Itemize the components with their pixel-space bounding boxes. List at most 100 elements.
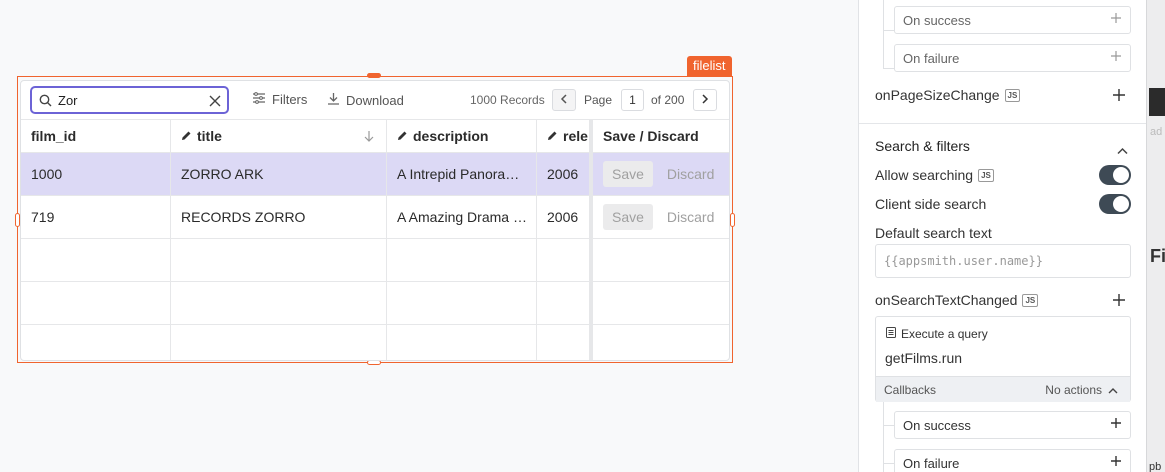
text-fragment: File — [1150, 246, 1165, 266]
empty-cell — [590, 239, 729, 281]
empty-cell — [387, 325, 537, 360]
empty-cell — [21, 325, 171, 360]
cell-description[interactable]: A Intrepid Panorama of a Mad Scientist — [387, 153, 537, 195]
callbacks-label: Callbacks — [884, 383, 937, 397]
column-header-film-id[interactable]: film_id — [21, 120, 171, 152]
pencil-icon — [397, 128, 408, 144]
chevron-left-icon — [560, 91, 568, 109]
section-divider — [859, 123, 1146, 124]
tree-connector — [883, 402, 884, 425]
cell-film-id[interactable]: 719 — [21, 196, 171, 238]
on-failure-label: On failure — [903, 455, 960, 471]
filters-label: Filters — [272, 92, 308, 107]
column-header-title[interactable]: title — [171, 120, 387, 152]
table-toolbar: Zor Filters Download 1000 Records Page 1… — [21, 81, 729, 120]
default-search-text-input[interactable]: {{appsmith.user.name}} — [875, 244, 1131, 278]
on-search-text-changed-property: onSearchTextChanged JS — [875, 292, 1039, 308]
cell-release[interactable]: 2006 — [537, 153, 590, 195]
plus-icon[interactable] — [1110, 12, 1122, 27]
property-label: Allow searching — [875, 167, 974, 183]
dark-block — [1149, 88, 1165, 116]
tree-connector — [883, 0, 884, 30]
table-search-input[interactable]: Zor — [30, 86, 229, 114]
text-fragment: pb — [1149, 461, 1162, 472]
add-action-button[interactable] — [1113, 88, 1125, 106]
column-header-description[interactable]: description — [387, 120, 537, 152]
filters-button[interactable]: Filters — [252, 92, 307, 107]
on-success-label: On success — [903, 12, 971, 28]
resize-handle-right[interactable] — [730, 213, 735, 227]
save-row-button[interactable]: Save — [603, 161, 653, 187]
on-success-callback[interactable]: On success — [894, 411, 1131, 439]
text-fragment: ad — [1150, 126, 1163, 138]
table-row[interactable]: 719 RECORDS ZORRO A Amazing Drama of a M… — [21, 196, 729, 239]
chevron-up-icon[interactable] — [1117, 142, 1128, 160]
clear-search-icon[interactable] — [209, 94, 221, 112]
callbacks-status: No actions — [1045, 383, 1118, 397]
plus-icon[interactable] — [1110, 417, 1122, 432]
js-toggle[interactable]: JS — [1004, 88, 1021, 102]
empty-cell — [171, 239, 387, 281]
next-page-button[interactable] — [693, 89, 717, 111]
action-card[interactable]: Execute a query getFilms.run Callbacks N… — [875, 316, 1131, 402]
table-widget: Zor Filters Download 1000 Records Page 1… — [20, 80, 730, 361]
cell-title[interactable]: ZORRO ARK — [171, 153, 387, 195]
plus-icon[interactable] — [1110, 455, 1122, 470]
property-label: onPageSizeChange — [875, 87, 1000, 103]
empty-cell — [387, 239, 537, 281]
allow-searching-switch[interactable] — [1099, 165, 1131, 185]
column-label: rele — [563, 128, 588, 144]
on-success-callback[interactable]: On success — [894, 6, 1131, 34]
download-label: Download — [346, 92, 404, 108]
discard-row-button[interactable]: Discard — [667, 166, 714, 182]
default-search-text-label: Default search text — [875, 225, 992, 241]
column-header-save-discard[interactable]: Save / Discard — [590, 120, 729, 152]
action-type: Execute a query — [886, 327, 988, 341]
table-header-row: film_id title description rele Save / Di… — [21, 120, 729, 153]
table-row[interactable]: 1000 ZORRO ARK A Intrepid Panorama of a … — [21, 153, 729, 196]
pencil-icon — [547, 128, 558, 144]
prev-page-button[interactable] — [552, 89, 576, 111]
chevron-right-icon — [701, 91, 709, 109]
widget-name-tag[interactable]: filelist — [687, 56, 732, 76]
empty-cell — [537, 325, 590, 360]
sort-desc-icon[interactable] — [364, 129, 374, 145]
save-row-button[interactable]: Save — [603, 204, 653, 230]
cell-description[interactable]: A Amazing Drama of a Mad Scientist — [387, 196, 537, 238]
cell-actions: Save Discard — [590, 153, 729, 195]
empty-cell — [537, 239, 590, 281]
on-failure-callback[interactable]: On failure — [894, 44, 1131, 72]
tree-connector — [883, 30, 894, 31]
client-side-search-property: Client side search — [875, 196, 987, 212]
js-toggle[interactable]: JS — [1022, 293, 1039, 307]
plus-icon[interactable] — [1110, 50, 1122, 65]
filter-icon — [252, 92, 266, 107]
js-toggle[interactable]: JS — [978, 168, 994, 182]
on-failure-callback[interactable]: On failure — [894, 449, 1131, 472]
allow-searching-property: Allow searching JS — [875, 167, 994, 183]
tree-connector — [883, 68, 894, 69]
cell-actions: Save Discard — [590, 196, 729, 238]
empty-cell — [21, 239, 171, 281]
empty-cell — [21, 282, 171, 324]
callbacks-bar[interactable]: Callbacks No actions — [876, 376, 1130, 402]
resize-handle-top[interactable] — [367, 73, 381, 78]
tree-connector — [883, 425, 894, 426]
cell-title[interactable]: RECORDS ZORRO — [171, 196, 387, 238]
empty-cell — [171, 325, 387, 360]
column-header-release[interactable]: rele — [537, 120, 590, 152]
tree-connector — [883, 463, 894, 464]
on-failure-label: On failure — [903, 50, 960, 66]
download-button[interactable]: Download — [327, 92, 404, 108]
cell-release[interactable]: 2006 — [537, 196, 590, 238]
chevron-up-icon[interactable] — [1108, 383, 1118, 397]
section-title-search-filters[interactable]: Search & filters — [875, 138, 970, 154]
discard-row-button[interactable]: Discard — [667, 209, 714, 225]
description-text: A Amazing Drama of a Mad Scientist — [397, 209, 527, 225]
cell-film-id[interactable]: 1000 — [21, 153, 171, 195]
page-number-input[interactable]: 1 — [621, 89, 644, 111]
add-action-button[interactable] — [1113, 293, 1125, 311]
on-success-label: On success — [903, 417, 971, 433]
client-side-search-switch[interactable] — [1099, 194, 1131, 214]
empty-row — [21, 282, 729, 325]
